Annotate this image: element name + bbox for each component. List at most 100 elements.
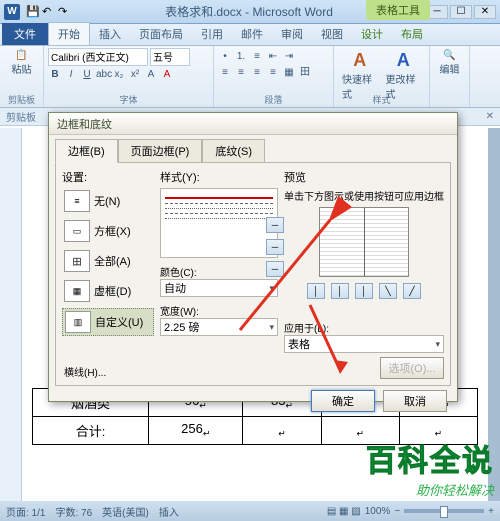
line-style-list[interactable] [160, 188, 278, 258]
bold-icon[interactable]: B [48, 68, 62, 82]
paste-icon: 📋 [15, 50, 27, 61]
bottom-border-button[interactable]: ─ [266, 261, 284, 277]
preview-column: 预览 单击下方图示或使用按钮可应用边框 ─ ─ ─ │ │ │ ╲ ╱ 应用于( [284, 169, 444, 379]
vertical-ruler [0, 128, 22, 501]
right-border-button[interactable]: │ [355, 283, 373, 299]
zoom-in-button[interactable]: + [488, 506, 494, 517]
tab-shading[interactable]: 底纹(S) [202, 139, 265, 163]
setting-grid[interactable]: ▦虚框(D) [62, 278, 154, 304]
status-words[interactable]: 字数: 76 [55, 504, 92, 519]
close-pane-icon[interactable]: ✕ [486, 111, 494, 122]
top-border-button[interactable]: ─ [266, 217, 284, 233]
setting-box[interactable]: ▭方框(X) [62, 218, 154, 244]
width-select[interactable]: 2.25 磅 [160, 318, 278, 336]
setting-all[interactable]: 田全部(A) [62, 248, 154, 274]
align-right-icon[interactable]: ≡ [250, 66, 264, 80]
shading-icon[interactable]: ▦ [282, 66, 296, 80]
tab-view[interactable]: 视图 [312, 23, 352, 45]
horizontal-line-link[interactable]: 横线(H)... [64, 364, 106, 379]
indent-dec-icon[interactable]: ⇤ [266, 50, 280, 64]
close-button[interactable]: ✕ [474, 5, 496, 19]
ok-button[interactable]: 确定 [311, 390, 375, 412]
redo-icon[interactable]: ↷ [58, 5, 72, 19]
bullets-icon[interactable]: • [218, 50, 232, 64]
diag1-border-button[interactable]: ╲ [379, 283, 397, 299]
style-column: 样式(Y): 颜色(C): 自动 宽度(W): 2.25 磅 [160, 169, 278, 379]
setting-none[interactable]: ≡无(N) [62, 188, 154, 214]
ribbon: 📋 粘贴 剪贴板 Calibri (西文正文) 五号 B I U abc x₂ … [0, 46, 500, 108]
indent-inc-icon[interactable]: ⇥ [282, 50, 296, 64]
tab-insert[interactable]: 插入 [90, 23, 130, 45]
contextual-tab-label: 表格工具 [366, 0, 430, 20]
numbering-icon[interactable]: 1. [234, 50, 248, 64]
multilevel-icon[interactable]: ≡ [250, 50, 264, 64]
tab-file[interactable]: 文件 [2, 23, 48, 45]
status-insert[interactable]: 插入 [159, 504, 179, 519]
zoom-out-button[interactable]: − [394, 506, 400, 517]
tab-layout[interactable]: 布局 [392, 23, 432, 45]
tab-mailings[interactable]: 邮件 [232, 23, 272, 45]
font-color-icon[interactable]: A [160, 68, 174, 82]
dialog-title: 边框和底纹 [49, 113, 457, 135]
mid-v-border-button[interactable]: │ [331, 283, 349, 299]
underline-icon[interactable]: U [80, 68, 94, 82]
align-left-icon[interactable]: ≡ [218, 66, 232, 80]
view-buttons[interactable]: ▤ ▦ ▧ [327, 506, 361, 517]
dialog-footer: 确定 取消 [49, 390, 457, 418]
tab-references[interactable]: 引用 [192, 23, 232, 45]
italic-icon[interactable]: I [64, 68, 78, 82]
zoom-level[interactable]: 100% [365, 506, 391, 517]
font-size-select[interactable]: 五号 [150, 48, 190, 66]
borders-icon[interactable]: 田 [298, 66, 312, 80]
align-center-icon[interactable]: ≡ [234, 66, 248, 80]
title-bar: W 💾 ↶ ↷ 表格求和.docx - Microsoft Word 表格工具 … [0, 0, 500, 24]
tab-design[interactable]: 设计 [352, 23, 392, 45]
borders-shading-dialog: 边框和底纹 边框(B) 页面边框(P) 底纹(S) 设置: ≡无(N) ▭方框(… [48, 112, 458, 402]
strike-icon[interactable]: abc [96, 68, 110, 82]
preview-box[interactable]: ─ ─ ─ │ │ │ ╲ ╱ [284, 207, 444, 314]
tab-review[interactable]: 审阅 [272, 23, 312, 45]
quick-access-toolbar[interactable]: 💾 ↶ ↷ [26, 5, 72, 19]
settings-column: 设置: ≡无(N) ▭方框(X) 田全部(A) ▦虚框(D) ▥自定义(U) [62, 169, 154, 379]
apply-to-select[interactable]: 表格 [284, 335, 444, 353]
options-button: 选项(O)... [380, 357, 444, 379]
group-styles: A快速样式 A更改样式 样式 [334, 46, 430, 107]
group-font: Calibri (西文正文) 五号 B I U abc x₂ x² A A 字体 [44, 46, 214, 107]
paste-button[interactable]: 📋 粘贴 [4, 48, 39, 78]
status-page[interactable]: 页面: 1/1 [6, 504, 45, 519]
status-language[interactable]: 英语(美国) [102, 504, 149, 519]
zoom-slider[interactable] [404, 509, 484, 513]
justify-icon[interactable]: ≡ [266, 66, 280, 80]
save-icon[interactable]: 💾 [26, 5, 40, 19]
group-paragraph: • 1. ≡ ⇤ ⇥ ≡ ≡ ≡ ≡ ▦ 田 段落 [214, 46, 334, 107]
highlight-icon[interactable]: A [144, 68, 158, 82]
grid-icon: ▦ [64, 280, 90, 302]
group-clipboard: 📋 粘贴 剪贴板 [0, 46, 44, 107]
ribbon-tabs: 文件 开始 插入 页面布局 引用 邮件 审阅 视图 设计 布局 [0, 24, 500, 46]
color-select[interactable]: 自动 [160, 279, 278, 297]
preview-diagram[interactable] [319, 207, 409, 277]
custom-icon: ▥ [65, 311, 91, 333]
dialog-body: 设置: ≡无(N) ▭方框(X) 田全部(A) ▦虚框(D) ▥自定义(U) 样… [55, 162, 451, 386]
cancel-button[interactable]: 取消 [383, 390, 447, 412]
none-icon: ≡ [64, 190, 90, 212]
mid-h-border-button[interactable]: ─ [266, 239, 284, 255]
tab-pagelayout[interactable]: 页面布局 [130, 23, 192, 45]
watermark: 百科全说 助你轻松解决 [366, 436, 494, 499]
binoculars-icon: 🔍 [443, 50, 455, 61]
left-border-button[interactable]: │ [307, 283, 325, 299]
subscript-icon[interactable]: x₂ [112, 68, 126, 82]
find-button[interactable]: 🔍编辑 [434, 48, 465, 78]
tab-home[interactable]: 开始 [48, 22, 90, 45]
tab-borders[interactable]: 边框(B) [55, 139, 118, 163]
diag2-border-button[interactable]: ╱ [403, 283, 421, 299]
undo-icon[interactable]: ↶ [42, 5, 56, 19]
setting-custom[interactable]: ▥自定义(U) [62, 308, 154, 336]
superscript-icon[interactable]: x² [128, 68, 142, 82]
status-bar: 页面: 1/1 字数: 76 英语(美国) 插入 ▤ ▦ ▧ 100% − + [0, 501, 500, 521]
font-name-select[interactable]: Calibri (西文正文) [48, 48, 148, 66]
box-icon: ▭ [64, 220, 90, 242]
tab-page-border[interactable]: 页面边框(P) [118, 139, 203, 163]
word-app-icon: W [4, 4, 20, 20]
maximize-button[interactable]: ☐ [450, 5, 472, 19]
